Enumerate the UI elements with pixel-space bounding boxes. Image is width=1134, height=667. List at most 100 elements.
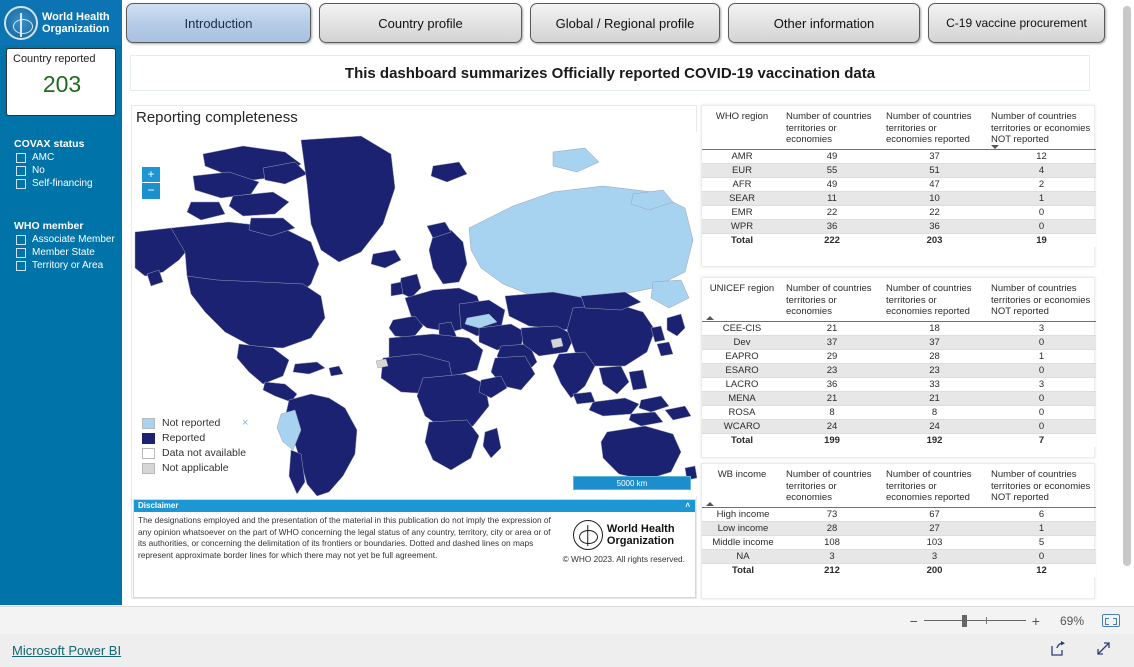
filter-item-no[interactable]: No xyxy=(16,165,122,176)
cell-total: 21 xyxy=(782,391,882,406)
cell-reported: 27 xyxy=(882,521,987,536)
checkbox-no[interactable] xyxy=(16,165,26,176)
cell-reported: 22 xyxy=(882,205,987,220)
checkbox-member-state[interactable] xyxy=(16,247,26,258)
checkbox-self-financing[interactable] xyxy=(16,178,26,189)
col-header-countries-not-reported[interactable]: Number of countries territories or econo… xyxy=(987,106,1096,150)
zoom-in-button[interactable]: + xyxy=(1026,613,1046,629)
cell-region: WPR xyxy=(702,219,782,234)
disclaimer-header: Disclaimer ˄ xyxy=(134,500,695,512)
table-row[interactable]: SEAR 11 10 1 xyxy=(702,191,1096,206)
filter-group-who-member: WHO member Associate Member Member State… xyxy=(0,220,122,271)
cell-total: 36 xyxy=(782,377,882,392)
filter-item-amc[interactable]: AMC xyxy=(16,152,122,163)
col-header-countries-not-reported[interactable]: Number of countries territories or econo… xyxy=(987,278,1096,322)
map-zoom-out-button[interactable]: − xyxy=(142,183,160,199)
cell-reported: 47 xyxy=(882,177,987,192)
tab-c19-vaccine-procurement[interactable]: C-19 vaccine procurement xyxy=(928,3,1105,43)
filter-item-territory-or-area[interactable]: Territory or Area xyxy=(16,260,122,271)
cell-total: 29 xyxy=(782,349,882,364)
page-vertical-scrollbar[interactable] xyxy=(1123,6,1131,602)
table-row[interactable]: MENA 21 21 0 xyxy=(702,391,1096,406)
cell-reported: 18 xyxy=(882,321,987,336)
scrollbar-thumb[interactable] xyxy=(1123,6,1131,566)
cell-not-reported: 1 xyxy=(987,191,1096,206)
table-row[interactable]: Low income 28 27 1 xyxy=(702,521,1096,536)
cell-reported: 3 xyxy=(882,549,987,564)
col-header-countries-total[interactable]: Number of countries territories or econo… xyxy=(782,278,882,322)
dashboard-root: World Health Organization Country report… xyxy=(0,0,1134,667)
unicef-region-table: UNICEF region Number of countries territ… xyxy=(702,278,1096,447)
filter-item-associate-member[interactable]: Associate Member xyxy=(16,234,122,245)
table-row[interactable]: Dev 37 37 0 xyxy=(702,335,1096,350)
table-row[interactable]: LACRO 36 33 3 xyxy=(702,377,1096,392)
table-row[interactable]: Middle income 108 103 5 xyxy=(702,535,1096,550)
table-row[interactable]: EMR 22 22 0 xyxy=(702,205,1096,220)
tab-country-profile[interactable]: Country profile xyxy=(319,3,522,43)
table-row[interactable]: EAPRO 29 28 1 xyxy=(702,349,1096,364)
col-header-wb-income[interactable]: WB income xyxy=(702,464,782,508)
legend-close-icon[interactable]: × xyxy=(242,417,248,429)
who-emblem-dark-icon xyxy=(572,520,603,550)
table-row[interactable]: High income 73 67 6 xyxy=(702,507,1096,522)
legend-swatch-data-not-available xyxy=(142,447,155,459)
col-header-countries-total[interactable]: Number of countries territories or econo… xyxy=(782,106,882,150)
col-header-countries-not-reported[interactable]: Number of countries territories or econo… xyxy=(987,464,1096,508)
world-map[interactable]: + − × Not reported Reported Data not ava… xyxy=(133,132,697,496)
cell-total: 3 xyxy=(782,549,882,564)
filter-item-self-financing[interactable]: Self-financing xyxy=(16,178,122,189)
table-row[interactable]: WPR 36 36 0 xyxy=(702,219,1096,234)
col-header-countries-reported[interactable]: Number of countries territories or econo… xyxy=(882,106,987,150)
table-row[interactable]: ROSA 8 8 0 xyxy=(702,405,1096,420)
tab-other-information[interactable]: Other information xyxy=(728,3,920,43)
checkbox-territory-or-area[interactable] xyxy=(16,260,26,271)
cell-region: Dev xyxy=(702,335,782,350)
table-header-row: WHO region Number of countries territori… xyxy=(702,106,1096,150)
disclaimer-text: The designations employed and the presen… xyxy=(138,515,551,560)
col-header-countries-reported[interactable]: Number of countries territories or econo… xyxy=(882,278,987,322)
share-icon[interactable] xyxy=(1050,640,1067,662)
disclaimer-who-logo: World Health Organization © WHO 2023. Al… xyxy=(556,515,691,565)
fit-to-screen-icon[interactable] xyxy=(1102,614,1120,627)
table-row[interactable]: ESARO 23 23 0 xyxy=(702,363,1096,378)
checkbox-associate-member[interactable] xyxy=(16,234,26,245)
cell-not-reported: 2 xyxy=(987,177,1096,192)
zoom-out-button[interactable]: − xyxy=(904,613,924,629)
zoom-slider-thumb[interactable] xyxy=(961,614,967,627)
table-row[interactable]: AMR 49 37 12 xyxy=(702,149,1096,164)
filter-group-covax-status: COVAX status AMC No Self-financing xyxy=(0,138,122,189)
who-logo-text: World Health Organization xyxy=(42,11,110,35)
cell-region: AFR xyxy=(702,177,782,192)
tab-introduction[interactable]: Introduction xyxy=(126,3,311,43)
disclaimer-logo-line1: World Health xyxy=(606,523,675,535)
checkbox-amc[interactable] xyxy=(16,152,26,163)
legend-label-data-not-available: Data not available xyxy=(162,447,247,459)
col-header-label: UNICEF region xyxy=(709,283,775,294)
table-row[interactable]: AFR 49 47 2 xyxy=(702,177,1096,192)
col-header-who-region[interactable]: WHO region xyxy=(702,106,782,150)
col-header-countries-reported[interactable]: Number of countries territories or econo… xyxy=(882,464,987,508)
zoom-slider-track xyxy=(923,619,1026,621)
table-row[interactable]: WCARO 24 24 0 xyxy=(702,419,1096,434)
legend-label-not-reported: Not reported xyxy=(162,417,221,429)
cell-reported: 37 xyxy=(882,335,987,350)
cell-reported: 36 xyxy=(882,219,987,234)
microsoft-power-bi-link[interactable]: Microsoft Power BI xyxy=(12,643,121,658)
fullscreen-icon[interactable] xyxy=(1095,640,1112,662)
filter-item-member-state[interactable]: Member State xyxy=(16,247,122,258)
table-row[interactable]: CEE-CIS 21 18 3 xyxy=(702,321,1096,336)
disclaimer-collapse-icon[interactable]: ˄ xyxy=(685,500,690,512)
col-header-unicef-region[interactable]: UNICEF region xyxy=(702,278,782,322)
cell-total-countries: 222 xyxy=(782,232,882,247)
map-zoom-in-button[interactable]: + xyxy=(142,167,160,183)
cell-total-reported: 192 xyxy=(882,432,987,447)
cell-reported: 21 xyxy=(882,391,987,406)
tab-global-regional-profile[interactable]: Global / Regional profile xyxy=(530,3,720,43)
table-row[interactable]: NA 3 3 0 xyxy=(702,549,1096,564)
who-emblem-icon xyxy=(4,5,38,40)
col-header-countries-total[interactable]: Number of countries territories or econo… xyxy=(782,464,882,508)
table-header-row: WB income Number of countries territorie… xyxy=(702,464,1096,508)
table-row[interactable]: EUR 55 51 4 xyxy=(702,163,1096,178)
zoom-slider[interactable] xyxy=(923,614,1026,628)
cell-reported: 24 xyxy=(882,419,987,434)
